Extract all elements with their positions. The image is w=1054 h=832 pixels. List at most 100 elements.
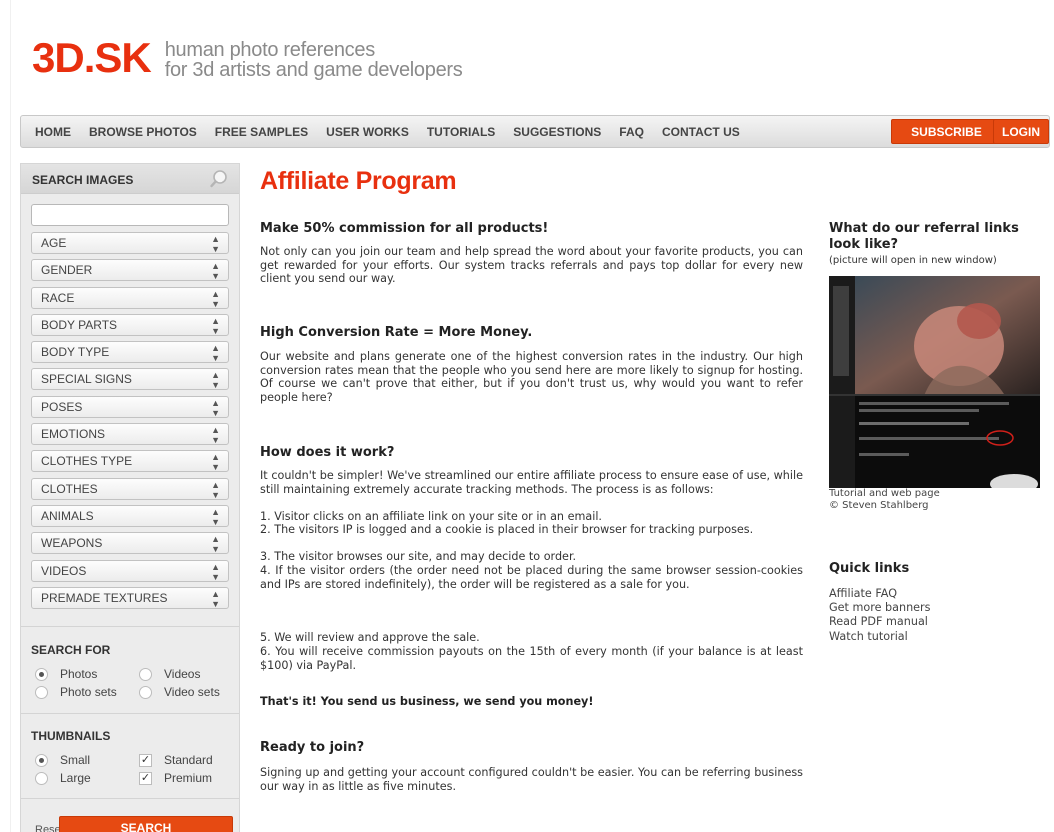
updown-arrows-icon: ▲ ▼ [211, 234, 220, 254]
sidebar-divider [21, 713, 239, 714]
site-header: 3D.SK human photo references for 3d arti… [32, 37, 463, 81]
updown-arrows-icon: ▲ ▼ [211, 561, 220, 582]
nav-faq[interactable]: FAQ [619, 125, 644, 139]
nav-tutorials[interactable]: TUTORIALS [427, 125, 495, 139]
preview-artwork [829, 276, 1040, 488]
sidebar-header: SEARCH IMAGES [21, 164, 239, 194]
nav-suggestions[interactable]: SUGGESTIONS [513, 125, 601, 139]
filter-label: CLOTHES TYPE [41, 454, 133, 469]
filter-label: POSES [41, 399, 83, 414]
sidebar-divider [21, 798, 239, 799]
filter-label: AGE [41, 236, 67, 250]
radio-videos[interactable]: Videos [139, 667, 200, 681]
nav-user-works[interactable]: USER WORKS [326, 125, 409, 139]
filter-animals[interactable]: ANIMALS ▲ ▼ [31, 504, 229, 527]
checkbox-label: Standard [164, 753, 213, 767]
quick-links-title: Quick links [829, 561, 910, 576]
filter-body-type[interactable]: BODY TYPE ▲ ▼ [31, 341, 229, 364]
radio-video-sets[interactable]: Video sets [139, 685, 220, 699]
thumbnails-title: THUMBNAILS [31, 729, 111, 743]
search-button[interactable]: SEARCH [59, 816, 233, 832]
radio-checked-icon [35, 667, 48, 681]
filter-label: BODY PARTS [41, 317, 118, 332]
checkbox-label: Premium [164, 771, 213, 785]
section-heading-conversion: High Conversion Rate = More Money. [260, 325, 533, 340]
radio-photo-sets[interactable]: Photo sets [35, 685, 117, 699]
radio-small[interactable]: Small [35, 753, 90, 767]
right-column: What do our referral links look like? (p… [829, 221, 1051, 643]
checkbox-premium[interactable]: ✓ Premium [139, 771, 212, 785]
updown-arrows-icon: ▲ ▼ [211, 397, 220, 418]
nav-contact-us[interactable]: CONTACT US [662, 125, 740, 139]
filter-label: EMOTIONS [41, 427, 106, 442]
login-button[interactable]: LOGIN [993, 119, 1049, 144]
site-logo[interactable]: 3D.SK [32, 37, 152, 79]
how-step-6: 6. You will receive commission payouts o… [260, 645, 803, 672]
quick-link-watch-tutorial[interactable]: Watch tutorial [829, 630, 930, 644]
filter-body-parts[interactable]: BODY PARTS ▲ ▼ [31, 313, 229, 336]
filter-premade-textures[interactable]: PREMADE TEXTURES ▲ ▼ [31, 586, 229, 609]
filter-videos[interactable]: VIDEOS ▲ ▼ [31, 559, 229, 582]
filter-label: RACE [41, 290, 75, 305]
sidebar-divider [21, 626, 239, 627]
updown-arrows-icon: ▲ ▼ [211, 534, 220, 555]
nav-home[interactable]: HOME [35, 125, 71, 139]
filter-age[interactable]: AGE ▲ ▼ [31, 232, 229, 254]
filter-race[interactable]: RACE ▲ ▼ [31, 286, 229, 309]
referral-note: (picture will open in new window) [829, 255, 997, 266]
radio-checked-icon [35, 753, 48, 767]
how-step-4: 4. If the visitor orders (the order need… [260, 564, 803, 591]
filter-gender[interactable]: GENDER ▲ ▼ [31, 259, 229, 282]
filter-clothes[interactable]: CLOTHES ▲ ▼ [31, 477, 229, 500]
search-for-title: SEARCH FOR [31, 643, 111, 657]
filter-label: GENDER [41, 263, 93, 278]
referral-preview-image[interactable] [829, 276, 1040, 488]
page-edge [10, 0, 11, 832]
filter-clothes-type[interactable]: CLOTHES TYPE ▲ ▼ [31, 450, 229, 473]
tagline-line-1: human photo references [164, 39, 376, 61]
section-body-conversion: Our website and plans generate one of th… [260, 350, 803, 404]
section-body-ready: Signing up and getting your account conf… [260, 766, 803, 793]
checkbox-standard[interactable]: ✓ Standard [139, 753, 213, 767]
filter-label: CLOTHES [41, 481, 98, 496]
section-heading-commission: Make 50% commission for all products! [260, 221, 549, 236]
section-heading-ready: Ready to join? [260, 740, 365, 755]
filter-special-signs[interactable]: SPECIAL SIGNS ▲ ▼ [31, 368, 229, 391]
radio-label: Small [60, 753, 91, 767]
quick-link-more-banners[interactable]: Get more banners [829, 601, 930, 615]
page-title: Affiliate Program [260, 167, 457, 195]
subscribe-button[interactable]: SUBSCRIBE [891, 119, 1002, 144]
updown-arrows-icon: ▲ ▼ [211, 588, 220, 609]
radio-label: Photo sets [60, 685, 117, 699]
updown-arrows-icon: ▲ ▼ [211, 315, 220, 336]
updown-arrows-icon: ▲ ▼ [211, 425, 220, 446]
how-step-5: 5. We will review and approve the sale. [260, 631, 480, 644]
main-content: Affiliate Program Make 50% commission fo… [260, 166, 805, 793]
nav-browse-photos[interactable]: BROWSE PHOTOS [89, 125, 197, 139]
filter-label: SPECIAL SIGNS [41, 372, 132, 387]
radio-photos[interactable]: Photos [35, 667, 97, 681]
filter-label: WEAPONS [41, 536, 103, 551]
how-step-1: 1. Visitor clicks on an affiliate link o… [260, 510, 602, 523]
radio-unchecked-icon [139, 667, 152, 681]
filter-emotions[interactable]: EMOTIONS ▲ ▼ [31, 423, 229, 446]
radio-label: Video sets [164, 685, 220, 699]
filter-label: BODY TYPE [41, 345, 110, 360]
referral-heading: What do our referral links look like? [829, 221, 1019, 252]
quick-link-affiliate-faq[interactable]: Affiliate FAQ [829, 587, 930, 601]
site-tagline: human photo references for 3d artists an… [165, 40, 463, 80]
filter-weapons[interactable]: WEAPONS ▲ ▼ [31, 532, 229, 555]
radio-unchecked-icon [35, 685, 48, 699]
check-icon: ✓ [139, 771, 152, 785]
radio-large[interactable]: Large [35, 771, 91, 785]
search-input[interactable] [31, 204, 229, 226]
search-icon[interactable] [209, 169, 229, 189]
caption-line-2: © Steven Stahlberg [829, 500, 929, 511]
search-sidebar: SEARCH IMAGES AGE ▲ ▼ GENDER ▲ ▼ RACE ▲ ▼ BODY… [20, 163, 240, 832]
quick-link-pdf-manual[interactable]: Read PDF manual [829, 615, 930, 629]
updown-arrows-icon: ▲ ▼ [211, 506, 220, 527]
nav-items: HOME BROWSE PHOTOS FREE SAMPLES USER WOR… [35, 116, 758, 147]
filter-poses[interactable]: POSES ▲ ▼ [31, 395, 229, 418]
how-intro: It couldn't be simpler! We've streamline… [260, 469, 803, 496]
nav-free-samples[interactable]: FREE SAMPLES [215, 125, 308, 139]
